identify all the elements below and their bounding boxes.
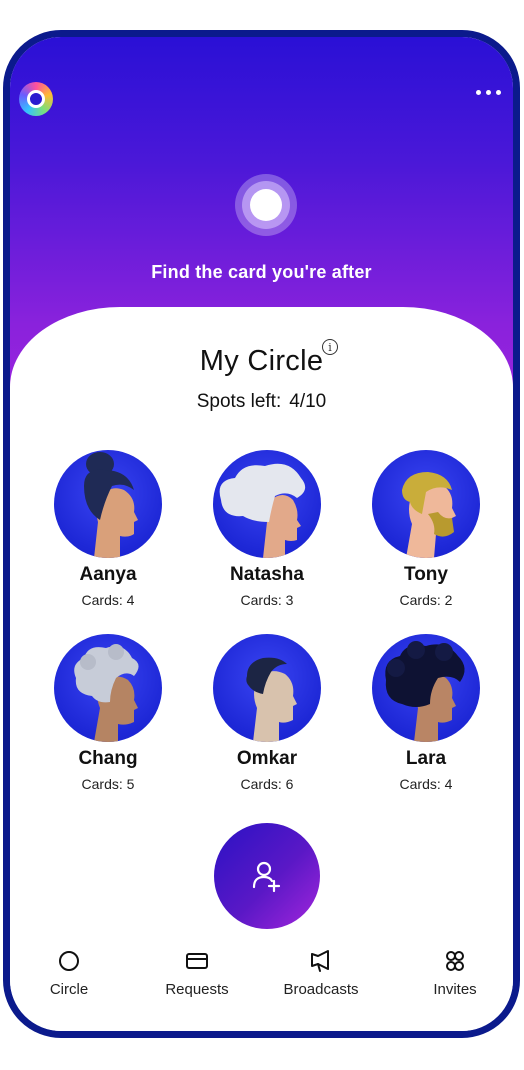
tab-circle[interactable]: Circle (14, 949, 124, 998)
tab-invites[interactable]: Invites (400, 949, 510, 998)
people-icon (446, 951, 464, 971)
avatar (213, 634, 321, 742)
spots-left: Spots left: 4/10 (10, 391, 513, 413)
member-card-tony[interactable]: Tony Cards: 2 (351, 450, 501, 608)
tab-requests[interactable]: Requests (142, 949, 252, 998)
member-name: Omkar (236, 748, 298, 769)
avatar (372, 634, 480, 742)
tab-label: Requests (165, 981, 229, 998)
circle-icon (59, 951, 79, 971)
tab-label: Invites (433, 981, 477, 998)
app-logo-icon[interactable] (19, 82, 53, 116)
member-name: Tony (404, 564, 448, 585)
member-card-lara[interactable]: Lara Cards: 4 (351, 634, 501, 792)
card-search-orb-button[interactable] (235, 174, 297, 236)
tab-label: Broadcasts (283, 981, 359, 998)
member-name: Chang (78, 748, 138, 769)
add-member-button[interactable] (214, 823, 320, 929)
info-icon[interactable]: i (322, 339, 338, 355)
member-card-count: Cards: 3 (240, 592, 294, 608)
member-name: Natasha (230, 564, 304, 585)
spots-left-value: 4/10 (289, 391, 327, 412)
hero-tagline: Find the card you're after (151, 262, 372, 282)
avatar (54, 634, 162, 742)
dot-icon (476, 90, 481, 95)
member-card-count: Cards: 6 (240, 776, 294, 792)
member-name: Lara (405, 748, 447, 769)
member-card-natasha[interactable]: Natasha Cards: 3 (192, 450, 342, 608)
megaphone-icon (311, 950, 329, 972)
member-card-count: Cards: 4 (399, 776, 453, 792)
dot-icon (486, 90, 491, 95)
dot-icon (496, 90, 501, 95)
member-card-count: Cards: 4 (81, 592, 135, 608)
member-card-aanya[interactable]: Aanya Cards: 4 (33, 450, 183, 608)
member-card-omkar[interactable]: Omkar Cards: 6 (192, 634, 342, 792)
tab-label: Circle (49, 981, 89, 998)
avatar (54, 450, 162, 558)
tab-broadcasts[interactable]: Broadcasts (266, 949, 376, 998)
member-card-chang[interactable]: Chang Cards: 5 (33, 634, 183, 792)
member-name: Aanya (79, 564, 137, 585)
more-options-button[interactable] (472, 84, 505, 101)
card-icon (186, 953, 208, 969)
spots-left-label: Spots left: (196, 391, 282, 412)
avatar (213, 450, 321, 558)
member-card-count: Cards: 5 (81, 776, 135, 792)
phone-frame: Find the card you're after My Circle i S… (3, 30, 520, 1038)
member-card-count: Cards: 2 (399, 592, 453, 608)
avatar (372, 450, 480, 558)
add-user-icon (252, 861, 281, 893)
page-title: My Circle (199, 345, 324, 377)
